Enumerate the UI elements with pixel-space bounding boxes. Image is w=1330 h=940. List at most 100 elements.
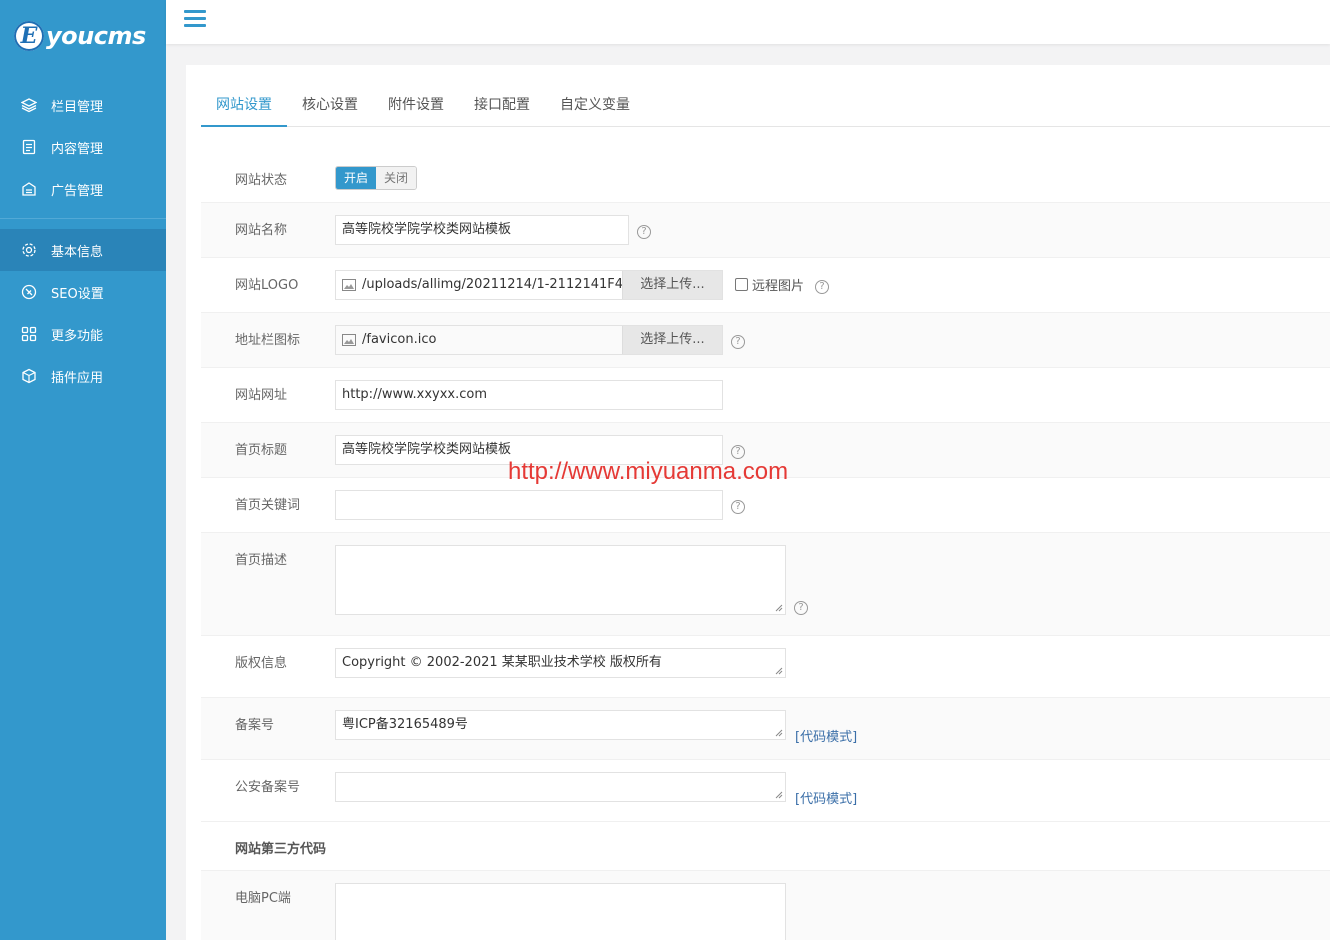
status-off-button[interactable]: 关闭 xyxy=(376,167,417,189)
sidebar-item-label: 栏目管理 xyxy=(51,99,104,115)
police-record-textarea[interactable] xyxy=(335,772,786,802)
logo-file-field: /uploads/allimg/20211214/1-2112141F42 选择… xyxy=(335,270,723,300)
label-copyright: 版权信息 xyxy=(235,656,288,671)
sidebar-item-plugins[interactable]: 插件应用 xyxy=(0,355,166,397)
row-third-party-title: 网站第三方代码 xyxy=(201,822,1330,871)
row-site-logo: 网站LOGO /uploads/allimg/20211214/1-211214… xyxy=(201,258,1330,313)
icp-code-mode-link[interactable]: [代码模式] xyxy=(795,726,857,745)
main-panel: 网站设置 核心设置 附件设置 接口配置 自定义变量 网站状态 开启 关闭 网站名… xyxy=(186,65,1330,940)
sidebar-item-columns[interactable]: 栏目管理 xyxy=(0,84,166,126)
label-home-keywords: 首页关键词 xyxy=(235,498,301,513)
sidebar-item-more[interactable]: 更多功能 xyxy=(0,313,166,355)
row-site-url: 网站网址 http://www.xxyxx.com xyxy=(201,368,1330,423)
site-name-input[interactable]: 高等院校学院学校类网站模板 xyxy=(335,215,629,245)
sidebar-item-label: 广告管理 xyxy=(51,183,104,199)
sidebar-item-seo[interactable]: SEO设置 xyxy=(0,271,166,313)
nav-group-content: 栏目管理 内容管理 广告管理 xyxy=(0,72,166,210)
sidebar-item-label: 插件应用 xyxy=(51,370,104,386)
row-copyright: 版权信息 Copyright © 2002-2021 某某职业技术学校 版权所有 xyxy=(201,636,1330,698)
help-icon[interactable]: ? xyxy=(731,445,745,459)
favicon-file-field: /favicon.ico 选择上传... xyxy=(335,325,723,355)
site-url-input[interactable]: http://www.xxyxx.com xyxy=(335,380,723,410)
home-keywords-input[interactable] xyxy=(335,490,723,520)
tab-attachment-settings[interactable]: 附件设置 xyxy=(373,87,459,127)
sidebar-item-label: 基本信息 xyxy=(51,244,104,260)
remote-image-option[interactable]: 远程图片 xyxy=(735,275,804,294)
help-icon[interactable]: ? xyxy=(731,500,745,514)
document-icon xyxy=(20,138,38,156)
help-icon[interactable]: ? xyxy=(815,280,829,294)
help-icon[interactable]: ? xyxy=(637,225,651,239)
row-home-keywords: 首页关键词 ? xyxy=(201,478,1330,533)
top-bar xyxy=(166,0,1330,44)
cube-icon xyxy=(20,367,38,385)
sidebar-item-basic-info[interactable]: 基本信息 xyxy=(0,229,166,271)
ad-icon xyxy=(20,180,38,198)
row-favicon: 地址栏图标 /favicon.ico 选择上传... ? xyxy=(201,313,1330,368)
site-settings-form: 网站状态 开启 关闭 网站名称 高等院校学院学校类网站模板 ? 网站LOGO /… xyxy=(201,153,1330,940)
label-site-url: 网站网址 xyxy=(235,388,288,403)
row-site-status: 网站状态 开启 关闭 xyxy=(201,153,1330,203)
logo-path-input[interactable]: /uploads/allimg/20211214/1-2112141F42 xyxy=(362,271,622,299)
sidebar-item-content[interactable]: 内容管理 xyxy=(0,126,166,168)
tab-api-config[interactable]: 接口配置 xyxy=(459,87,545,127)
icp-value: 粤ICP备32165489号 xyxy=(342,717,468,732)
icp-textarea[interactable]: 粤ICP备32165489号 xyxy=(335,710,786,740)
sidebar-item-label: 更多功能 xyxy=(51,328,104,344)
image-icon xyxy=(336,326,362,354)
nav-group-settings: 基本信息 SEO设置 更多功能 插件应用 xyxy=(0,229,166,397)
resize-handle-icon[interactable] xyxy=(775,667,783,675)
label-favicon: 地址栏图标 xyxy=(235,333,301,348)
grid-icon xyxy=(20,325,38,343)
section-title-third-party: 网站第三方代码 xyxy=(235,842,327,857)
seo-icon xyxy=(20,283,38,301)
favicon-upload-button[interactable]: 选择上传... xyxy=(622,326,722,354)
label-site-status: 网站状态 xyxy=(235,173,288,188)
label-home-description: 首页描述 xyxy=(235,553,288,568)
site-status-toggle[interactable]: 开启 关闭 xyxy=(335,166,418,190)
help-icon[interactable]: ? xyxy=(794,601,808,615)
label-home-title: 首页标题 xyxy=(235,443,288,458)
logo-upload-button[interactable]: 选择上传... xyxy=(622,271,722,299)
police-code-mode-link[interactable]: [代码模式] xyxy=(795,788,857,807)
settings-tabs: 网站设置 核心设置 附件设置 接口配置 自定义变量 xyxy=(201,87,1330,127)
tab-site-settings[interactable]: 网站设置 xyxy=(201,87,287,127)
resize-handle-icon[interactable] xyxy=(775,604,783,612)
resize-handle-icon[interactable] xyxy=(775,729,783,737)
sidebar: E youcms 栏目管理 内容管理 广告管理 基本信息 SEO设置 更多功能 … xyxy=(0,0,166,940)
pc-code-textarea[interactable] xyxy=(335,883,786,940)
label-pc-code: 电脑PC端 xyxy=(235,891,291,906)
tab-core-settings[interactable]: 核心设置 xyxy=(287,87,373,127)
label-site-name: 网站名称 xyxy=(235,223,288,238)
sidebar-item-label: 内容管理 xyxy=(51,141,104,157)
layers-icon xyxy=(20,96,38,114)
help-icon[interactable]: ? xyxy=(731,335,745,349)
copyright-textarea[interactable]: Copyright © 2002-2021 某某职业技术学校 版权所有 xyxy=(335,648,786,678)
row-site-name: 网站名称 高等院校学院学校类网站模板 ? xyxy=(201,203,1330,258)
label-site-logo: 网站LOGO xyxy=(235,278,299,293)
image-icon xyxy=(336,271,362,299)
remote-image-checkbox[interactable] xyxy=(735,278,748,291)
remote-image-label: 远程图片 xyxy=(752,279,805,294)
copyright-value: Copyright © 2002-2021 某某职业技术学校 版权所有 xyxy=(342,655,662,670)
logo[interactable]: E youcms xyxy=(0,0,166,72)
row-icp: 备案号 粤ICP备32165489号 [代码模式] xyxy=(201,698,1330,760)
favicon-path-input[interactable]: /favicon.ico xyxy=(362,326,622,354)
menu-toggle-icon[interactable] xyxy=(184,10,206,30)
sidebar-item-label: SEO设置 xyxy=(51,286,104,302)
tab-custom-variables[interactable]: 自定义变量 xyxy=(545,87,645,127)
status-on-button[interactable]: 开启 xyxy=(336,167,377,189)
logo-mark: E xyxy=(14,21,44,51)
logo-text: youcms xyxy=(46,22,146,50)
label-icp: 备案号 xyxy=(235,718,275,733)
row-pc-code: 电脑PC端 xyxy=(201,871,1330,940)
row-police-record: 公安备案号 [代码模式] xyxy=(201,760,1330,822)
home-description-textarea[interactable] xyxy=(335,545,786,615)
gear-icon xyxy=(20,241,38,259)
row-home-description: 首页描述 ? xyxy=(201,533,1330,636)
sidebar-divider xyxy=(0,218,166,219)
watermark-text: http://www.miyuanma.com xyxy=(508,458,789,485)
label-police-record: 公安备案号 xyxy=(235,780,301,795)
sidebar-item-ads[interactable]: 广告管理 xyxy=(0,168,166,210)
resize-handle-icon[interactable] xyxy=(775,791,783,799)
